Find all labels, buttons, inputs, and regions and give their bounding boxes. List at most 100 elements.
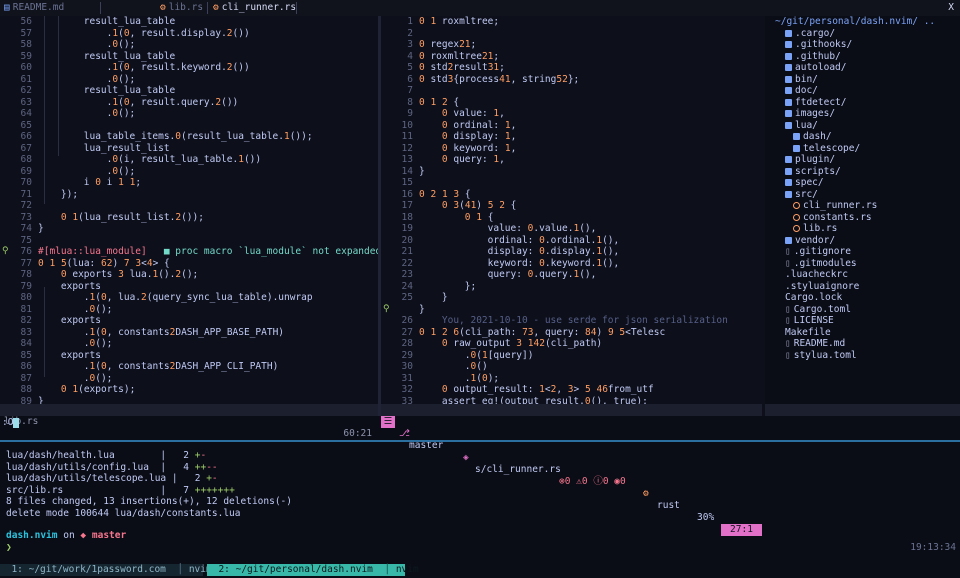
- tree-item[interactable]: .luacheckrc: [785, 269, 848, 280]
- terminal-pane[interactable]: lua/dash/health.lua | 2 +- lua/dash/utils…: [0, 442, 960, 562]
- code-line[interactable]: 0 exports 3 lua.1().2();: [38, 269, 198, 280]
- tree-item[interactable]: Cargo.lock: [785, 292, 842, 303]
- code-line[interactable]: }: [38, 223, 44, 234]
- tree-item[interactable]: ftdetect/: [785, 97, 846, 108]
- tree-item[interactable]: .github/: [785, 51, 841, 62]
- tab-lib-rs[interactable]: ⚙ lib.rs: [160, 0, 203, 16]
- code-line[interactable]: .1(0, lua.2(query_sync_lua_table).unw…: [38, 292, 313, 303]
- code-line[interactable]: 0 1(lua_result_list.2());: [38, 212, 204, 223]
- code-line[interactable]: };: [419, 281, 476, 292]
- terminal-line: lua/dash/health.lua | 2 +-: [6, 450, 206, 461]
- code-line[interactable]: #[mlua::lua_module] ■ proc macro `lua_mo…: [38, 246, 378, 257]
- code-line[interactable]: .1(0, result.keyword.2()): [38, 62, 250, 73]
- code-line[interactable]: 0 1(exports);: [38, 384, 135, 395]
- tree-item[interactable]: ▯ .gitmodules: [785, 258, 857, 269]
- code-line[interactable]: }: [419, 292, 448, 303]
- file-tree[interactable]: ~/git/personal/dash.nvim/ .. .cargo/.git…: [765, 16, 960, 404]
- tree-item[interactable]: ▯ stylua.toml: [785, 350, 857, 361]
- tree-item[interactable]: vendor/: [785, 235, 835, 246]
- tree-item[interactable]: constants.rs: [793, 212, 872, 223]
- code-line[interactable]: keyword: 0.keyword.1(),: [419, 258, 619, 269]
- tree-item-label: .styluaignore: [785, 281, 859, 292]
- tree-item[interactable]: ▯ README.md: [785, 338, 845, 349]
- code-line[interactable]: }: [38, 396, 44, 405]
- code-line[interactable]: 0 value: 1,: [419, 108, 505, 119]
- code-line[interactable]: .0();: [38, 304, 112, 315]
- editor-pane-lib-rs[interactable]: 56 57 58 59 60 61 62 63 64 65 66 67 68 69 70 71 72 73 74 75…: [0, 16, 378, 404]
- tree-item[interactable]: .styluaignore: [785, 281, 859, 292]
- code-line[interactable]: 0 raw_output 3 142(cli_path): [419, 338, 602, 349]
- code-line[interactable]: .0(1[query]): [419, 350, 533, 361]
- code-line[interactable]: value: 0.value.1(),: [419, 223, 596, 234]
- code-line[interactable]: .0();: [38, 39, 135, 50]
- tree-item[interactable]: lib.rs: [793, 223, 837, 234]
- tree-item[interactable]: ▯ LICENSE: [785, 315, 834, 326]
- tmux-window-1[interactable]: 1: ~/git/work/1password.com │ nvim: [0, 564, 203, 576]
- code-line[interactable]: 0 1 2 {: [419, 97, 459, 108]
- tree-item[interactable]: plugin/: [785, 154, 835, 165]
- code-line[interactable]: display: 0.display.1(),: [419, 246, 619, 257]
- code-line[interactable]: }: [419, 304, 425, 315]
- code-line[interactable]: assert_eq!(output_result.0(), true);: [419, 396, 648, 405]
- tree-item[interactable]: .cargo/: [785, 28, 835, 39]
- close-icon[interactable]: X: [948, 0, 954, 16]
- tree-item[interactable]: bin/: [785, 74, 818, 85]
- code-line[interactable]: .0();: [38, 166, 135, 177]
- code-line[interactable]: .0(i, result_lua_table.1()): [38, 154, 261, 165]
- tree-item[interactable]: telescope/: [793, 143, 860, 154]
- tree-item[interactable]: .githooks/: [785, 39, 852, 50]
- code-line[interactable]: 0 output_result: 1<2, 3> 5 46from…: [419, 384, 654, 395]
- tree-item[interactable]: dash/: [793, 131, 832, 142]
- code-line[interactable]: .0();: [38, 373, 112, 384]
- code-line[interactable]: ordinal: 0.ordinal.1(),: [419, 235, 619, 246]
- tree-item[interactable]: scripts/: [785, 166, 841, 177]
- code-line[interactable]: 0 roxmltree21;: [419, 51, 499, 62]
- tmux-window-2[interactable]: 2: ~/git/personal/dash.nvim │ nvim: [207, 564, 405, 576]
- code-line[interactable]: 0 std2result31;: [419, 62, 505, 73]
- editor-pane-cli-runner[interactable]: 1 2 3 4 5 6 7 8 9 10 11 12 13 14 15 16 17 18 19 20 21 22 23 24 2…: [381, 16, 762, 404]
- terminal-line: lua/dash/utils/telescope.lua | 2 +-: [6, 473, 218, 484]
- code-line[interactable]: i 0 i 1 1;: [38, 177, 141, 188]
- code-line[interactable]: exports: [38, 350, 101, 361]
- tree-item[interactable]: spec/: [785, 177, 824, 188]
- code-line[interactable]: 0 1 2 6(cli_path: 73, query: 84)…: [419, 327, 665, 338]
- code-line[interactable]: query: 0.query.1(),: [419, 269, 596, 280]
- code-line[interactable]: 0 display: 1,: [419, 131, 516, 142]
- code-line[interactable]: lua_table_items.0(result_lua_table.1()…: [38, 131, 313, 142]
- tree-item[interactable]: lua/: [785, 120, 818, 131]
- tree-item[interactable]: cli_runner.rs: [793, 200, 877, 211]
- tree-item[interactable]: src/: [785, 189, 818, 200]
- code-line[interactable]: .0();: [38, 74, 135, 85]
- code-line[interactable]: You, 2021-10-10 - use serde for json ser…: [419, 315, 728, 326]
- code-line[interactable]: 0 2 1 3 {: [419, 189, 471, 200]
- code-line[interactable]: 0 query: 1,: [419, 154, 505, 165]
- code-line[interactable]: 0 3(41) 5 2 {: [419, 200, 516, 211]
- code-line[interactable]: .1(0, result.display.2()): [38, 28, 250, 39]
- tree-item[interactable]: images/: [785, 108, 835, 119]
- code-line[interactable]: 0 regex21;: [419, 39, 476, 50]
- command-line[interactable]: :O: [0, 416, 960, 429]
- code-line[interactable]: 0 1 roxmltree;: [419, 16, 499, 27]
- code-line[interactable]: .1(0);: [419, 373, 499, 384]
- tree-item[interactable]: Makefile: [785, 327, 831, 338]
- code-line[interactable]: }: [419, 166, 425, 177]
- code-line[interactable]: 0 std3{process41, string52};: [419, 74, 579, 85]
- code-line[interactable]: 0 keyword: 1,: [419, 143, 516, 154]
- code-line[interactable]: exports: [38, 315, 101, 326]
- tab-cli-runner[interactable]: ⚙ cli_runner.rs: [213, 0, 296, 16]
- code-line[interactable]: .0(): [419, 361, 488, 372]
- tab-readme[interactable]: ▤ README.md: [4, 0, 64, 16]
- code-line[interactable]: .1(0, result.query.2()): [38, 97, 238, 108]
- code-line[interactable]: .1(0, constants2DASH_APP_BASE_PATH): [38, 327, 284, 338]
- tree-item[interactable]: doc/: [785, 85, 818, 96]
- tree-item[interactable]: ▯ .gitignore: [785, 246, 851, 257]
- code-line[interactable]: .1(0, constants2DASH_APP_CLI_PATH): [38, 361, 278, 372]
- tree-item[interactable]: ▯ Cargo.toml: [785, 304, 851, 315]
- code-line[interactable]: 0 1 5(lua: 62) 7 3<4> {: [38, 258, 170, 269]
- code-line[interactable]: .0();: [38, 338, 112, 349]
- tree-item[interactable]: autoload/: [785, 62, 846, 73]
- code-line[interactable]: .0();: [38, 108, 135, 119]
- code-line[interactable]: 0 1 {: [419, 212, 493, 223]
- code-line[interactable]: exports: [38, 281, 101, 292]
- code-line[interactable]: 0 ordinal: 1,: [419, 120, 516, 131]
